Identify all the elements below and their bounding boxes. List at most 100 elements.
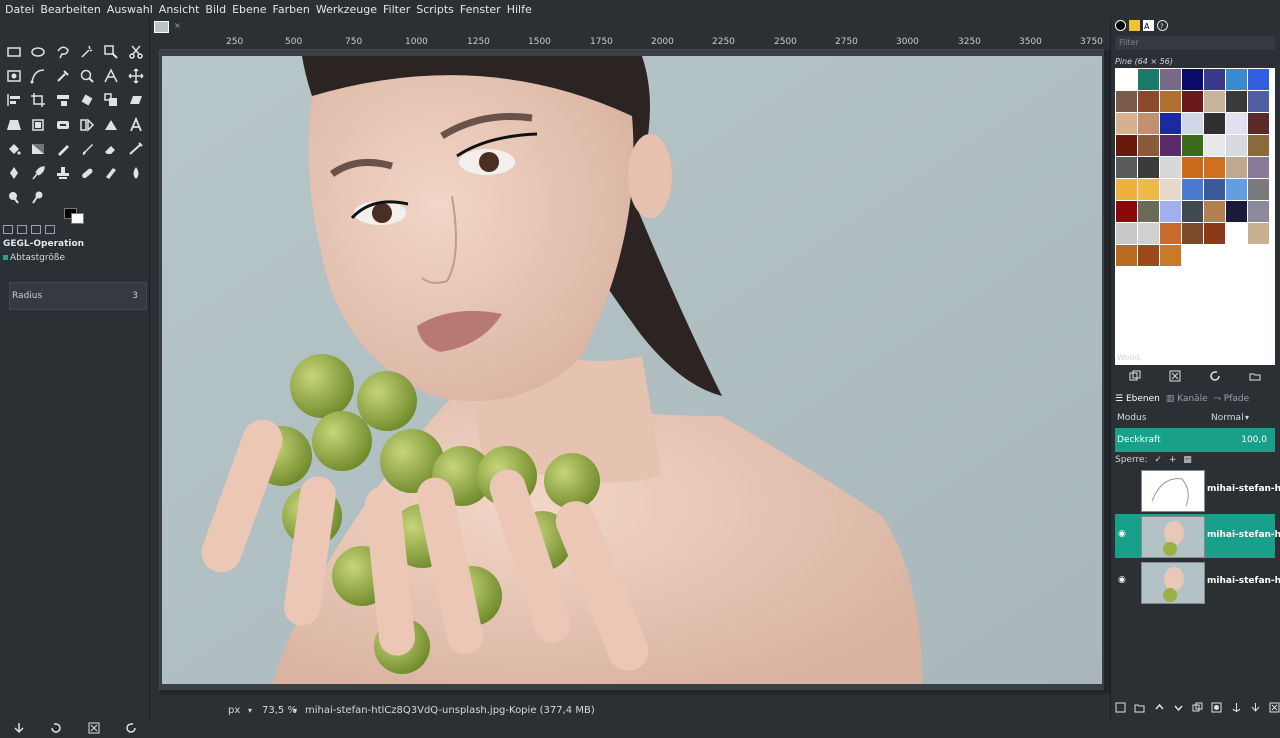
zoom-select[interactable]: 73,5 % [262, 705, 297, 716]
perspective-clone-icon[interactable] [99, 161, 123, 185]
pattern-swatch[interactable] [1160, 91, 1181, 112]
pattern-swatch[interactable] [1204, 157, 1225, 178]
pattern-swatch[interactable] [1204, 201, 1225, 222]
eye-icon[interactable]: ◉ [1118, 529, 1126, 539]
sample-size-toggle[interactable]: Abtastgröße [3, 253, 65, 263]
delete-layer-icon[interactable] [1269, 702, 1280, 713]
lasso-icon[interactable] [51, 40, 75, 64]
text-icon[interactable] [123, 113, 147, 137]
pattern-swatch[interactable] [1204, 91, 1225, 112]
pattern-swatch[interactable] [1138, 135, 1159, 156]
duplicate-pattern-icon[interactable] [1129, 370, 1141, 382]
radius-value[interactable]: 3 [132, 291, 138, 301]
duplicate-layer-icon[interactable] [1192, 702, 1203, 713]
color-select-icon[interactable] [99, 40, 123, 64]
pattern-swatch[interactable] [1182, 201, 1203, 222]
pattern-swatch[interactable] [1160, 69, 1181, 90]
pattern-swatch[interactable] [1138, 69, 1159, 90]
rect-select-icon[interactable] [2, 40, 26, 64]
smudge-icon[interactable] [2, 185, 26, 209]
pattern-swatch[interactable] [1248, 69, 1269, 90]
pattern-swatch[interactable] [1160, 223, 1181, 244]
pattern-swatch[interactable] [1182, 157, 1203, 178]
pattern-swatch[interactable] [1116, 245, 1137, 266]
pattern-swatch[interactable] [1138, 113, 1159, 134]
brushes-tab-icon[interactable] [1115, 20, 1126, 31]
pattern-swatch[interactable] [1204, 223, 1225, 244]
pattern-swatch[interactable] [1116, 91, 1137, 112]
fuzzy-select-icon[interactable] [75, 40, 99, 64]
foreground-select-icon[interactable] [2, 64, 26, 88]
flip-icon[interactable] [75, 113, 99, 137]
pattern-swatch[interactable] [1226, 201, 1247, 222]
pattern-swatch[interactable] [1182, 135, 1203, 156]
pattern-swatch[interactable] [1116, 223, 1137, 244]
chevron-down-icon[interactable]: ▾ [293, 706, 297, 715]
cage-icon[interactable] [99, 113, 123, 137]
menu-ebene[interactable]: Ebene [229, 3, 269, 16]
lock-position-icon[interactable]: + [1169, 455, 1177, 465]
pattern-swatch[interactable] [1116, 113, 1137, 134]
opacity-slider[interactable]: Deckkraft 100,0 [1115, 428, 1275, 452]
pattern-swatch[interactable] [1248, 135, 1269, 156]
menu-datei[interactable]: Datei [2, 3, 37, 16]
pattern-swatch[interactable] [1138, 157, 1159, 178]
pattern-swatch[interactable] [1160, 201, 1181, 222]
chevron-down-icon[interactable]: ▾ [248, 706, 252, 715]
pattern-swatch[interactable] [1248, 157, 1269, 178]
mask-icon[interactable] [1211, 702, 1222, 713]
menu-farben[interactable]: Farben [270, 3, 313, 16]
align-icon[interactable] [2, 88, 26, 112]
patterns-tab-icon[interactable] [1129, 20, 1140, 31]
pattern-swatch[interactable] [1226, 179, 1247, 200]
reset-options-icon[interactable] [125, 722, 137, 734]
help-icon[interactable]: ? [1157, 20, 1168, 31]
unit-select[interactable]: px [228, 705, 240, 716]
menu-auswahl[interactable]: Auswahl [104, 3, 156, 16]
menu-filter[interactable]: Filter [380, 3, 413, 16]
airbrush-icon[interactable] [123, 137, 147, 161]
opacity-value[interactable]: 100,0 [1241, 435, 1267, 445]
pattern-swatch[interactable] [1248, 201, 1269, 222]
menu-ansicht[interactable]: Ansicht [156, 3, 203, 16]
lower-layer-icon[interactable] [1173, 702, 1184, 713]
pattern-swatch[interactable] [1182, 113, 1203, 134]
unified-transform-icon[interactable] [51, 88, 75, 112]
scissors-icon[interactable] [123, 40, 147, 64]
zoom-icon[interactable] [75, 64, 99, 88]
menu-hilfe[interactable]: Hilfe [504, 3, 535, 16]
menu-scripts[interactable]: Scripts [413, 3, 457, 16]
layer-row-active[interactable]: ◉ mihai-stefan-htlC [1115, 514, 1280, 558]
paths-icon[interactable] [26, 64, 50, 88]
eye-icon[interactable]: ◉ [1118, 575, 1126, 585]
anchor-icon[interactable] [1231, 702, 1242, 713]
tab-paths[interactable]: ⤳ Pfade [1214, 394, 1249, 404]
tool-options-tab-icon[interactable] [3, 225, 13, 234]
pattern-swatch[interactable] [1116, 179, 1137, 200]
delete-pattern-icon[interactable] [1169, 370, 1181, 382]
new-layer-icon[interactable] [1115, 702, 1126, 713]
pattern-swatch[interactable] [1248, 91, 1269, 112]
refresh-icon[interactable] [1209, 370, 1221, 382]
pattern-swatch[interactable] [1248, 113, 1269, 134]
pattern-swatch[interactable] [1226, 91, 1247, 112]
pattern-swatch[interactable] [1116, 201, 1137, 222]
pattern-swatch[interactable] [1204, 113, 1225, 134]
image-tab-thumbnail[interactable] [154, 21, 169, 33]
pattern-swatch[interactable] [1138, 179, 1159, 200]
pattern-swatch[interactable] [1160, 135, 1181, 156]
clone-icon[interactable] [51, 161, 75, 185]
fonts-tab-icon[interactable]: A [1143, 20, 1154, 31]
radius-spinner[interactable]: Radius 3 [9, 282, 147, 310]
move-icon[interactable] [123, 64, 147, 88]
pattern-swatch[interactable] [1226, 113, 1247, 134]
lock-pixels-icon[interactable]: ✓ [1154, 455, 1162, 465]
pattern-swatch[interactable] [1204, 179, 1225, 200]
pattern-swatch[interactable] [1248, 223, 1269, 244]
rotate-icon[interactable] [75, 88, 99, 112]
pattern-swatch[interactable] [1248, 179, 1269, 200]
tab-channels[interactable]: ▥ Kanäle [1166, 394, 1208, 404]
paintbrush-icon[interactable] [75, 137, 99, 161]
mypaint-brush-icon[interactable] [26, 161, 50, 185]
undo-history-tab-icon[interactable] [31, 225, 41, 234]
